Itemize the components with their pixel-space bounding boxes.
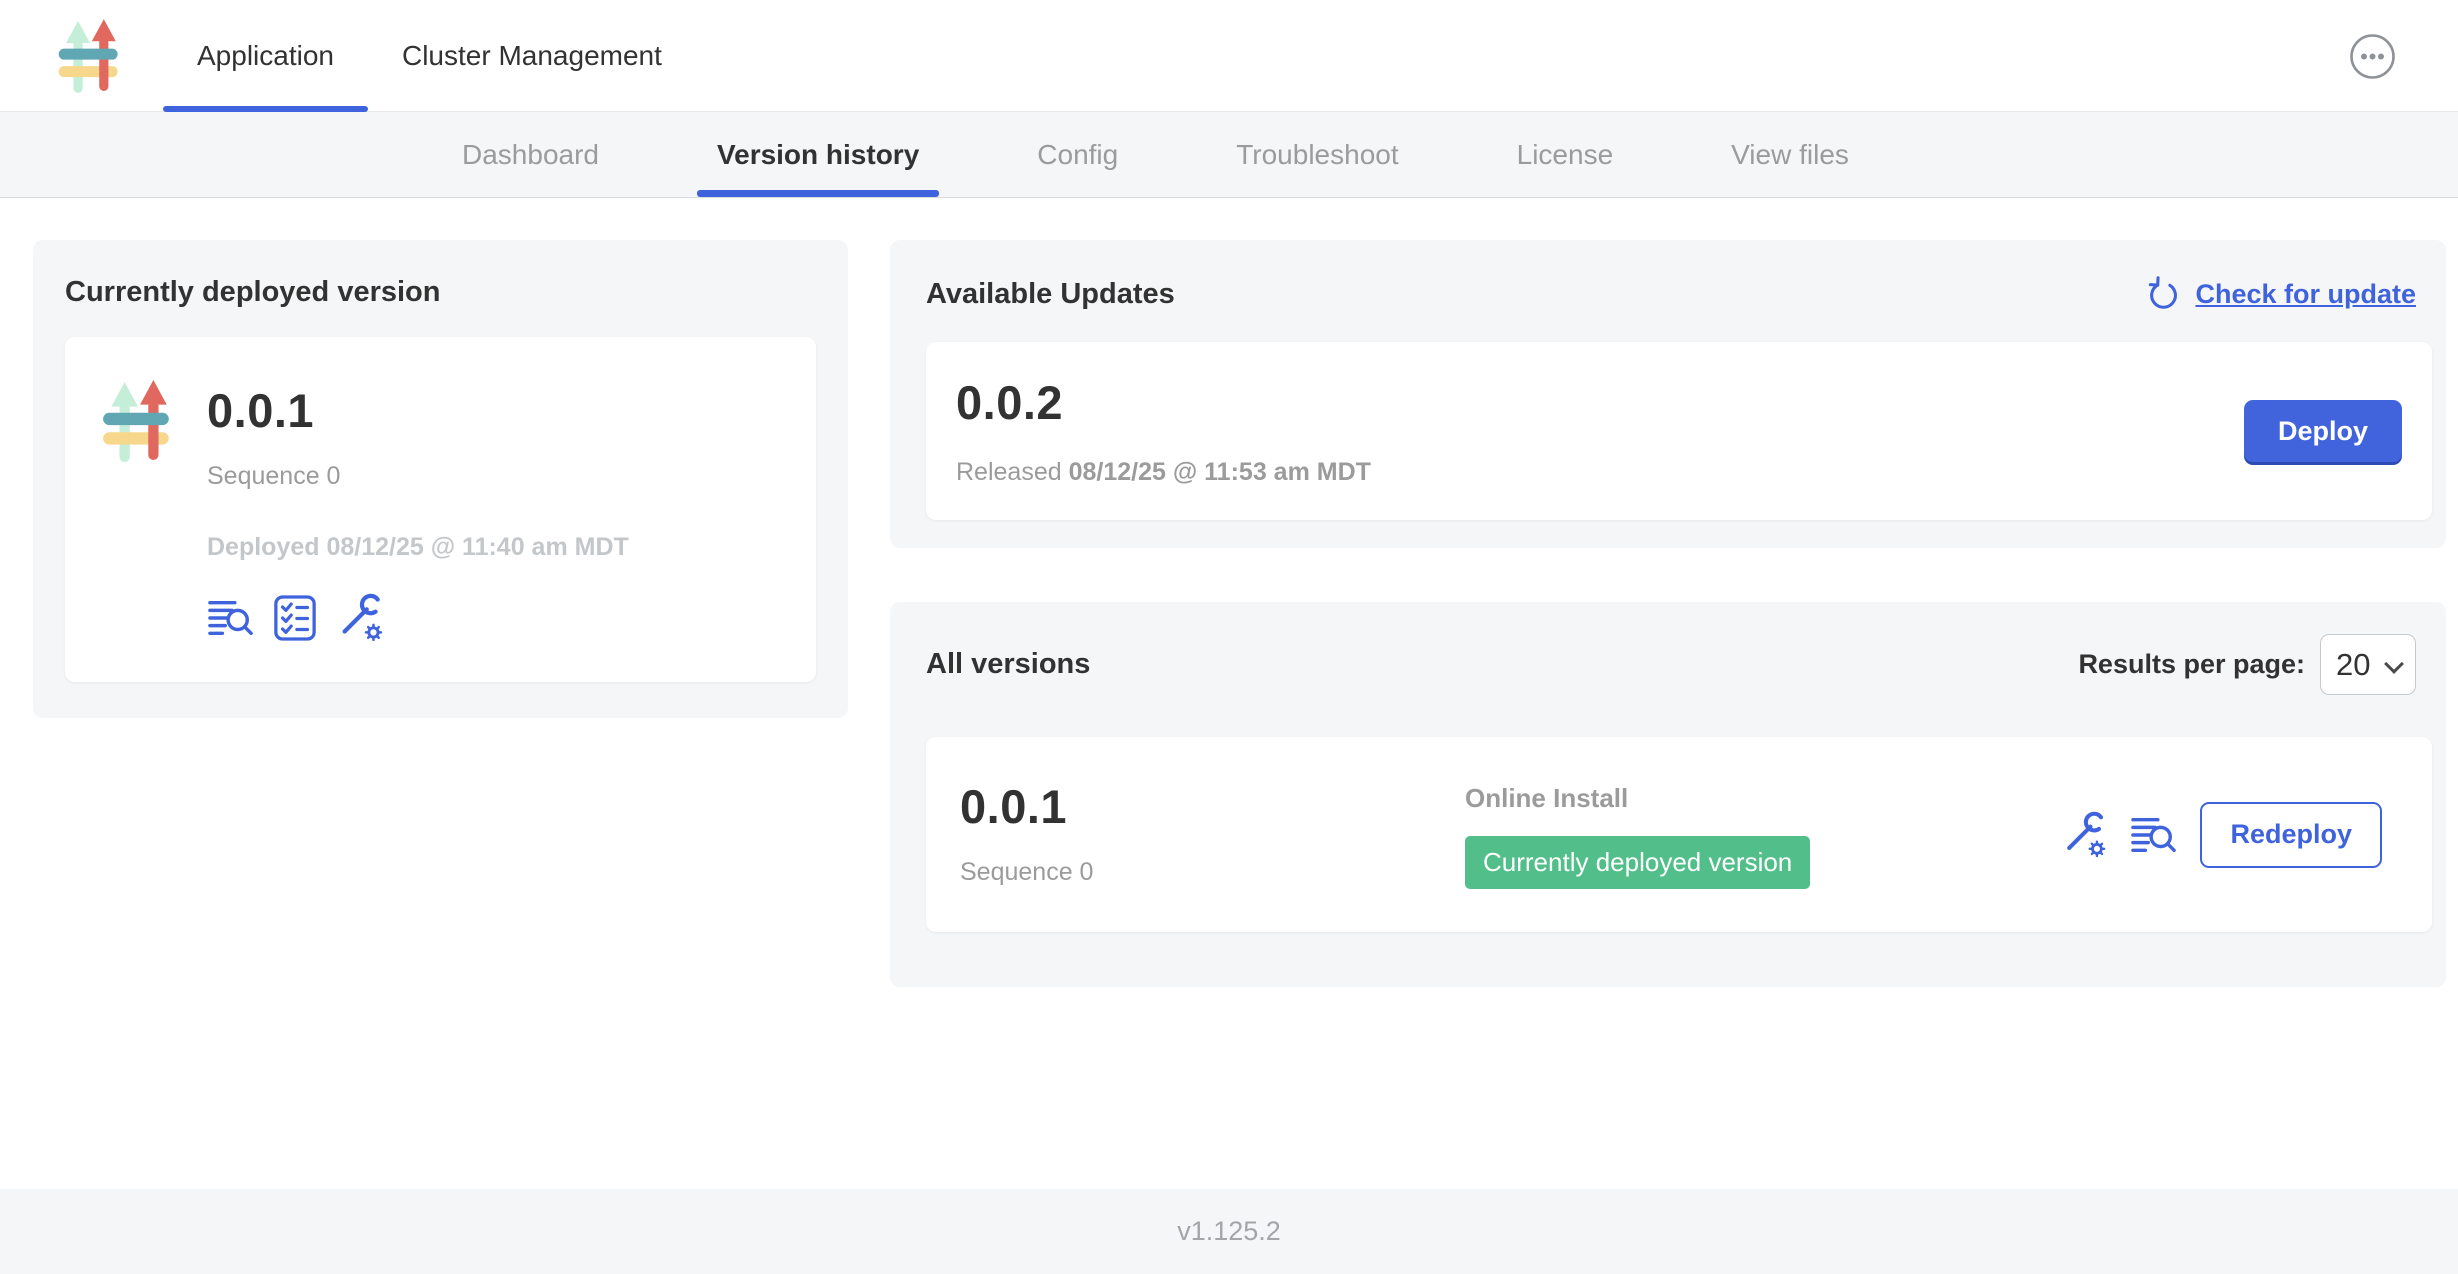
ellipsis-menu-icon	[2349, 33, 2396, 80]
subtab-dashboard[interactable]: Dashboard	[448, 112, 613, 197]
results-per-page-select-wrap: 20	[2320, 634, 2416, 695]
subtab-license[interactable]: License	[1503, 112, 1628, 197]
preflight-checks-icon[interactable]	[273, 594, 317, 642]
results-per-page-select[interactable]: 20	[2321, 635, 2415, 694]
current-version-info: 0.0.1 Sequence 0 Deployed 08/12/25 @ 11:…	[207, 367, 629, 644]
update-info: 0.0.2 Released 08/12/25 @ 11:53 am MDT	[956, 375, 1371, 487]
edit-config-icon[interactable]	[2060, 810, 2108, 860]
row-version-sequence: Sequence 0	[960, 858, 1465, 887]
check-for-update[interactable]: Check for update	[2146, 276, 2416, 312]
currently-deployed-title: Currently deployed version	[65, 276, 816, 309]
tab-application[interactable]: Application	[163, 0, 368, 112]
currently-deployed-card: 0.0.1 Sequence 0 Deployed 08/12/25 @ 11:…	[65, 337, 816, 682]
subtab-config[interactable]: Config	[1023, 112, 1132, 197]
released-date: 08/12/25 @ 11:53 am MDT	[1069, 458, 1371, 486]
app-footer: v1.125.2	[0, 1189, 2458, 1274]
current-version-deployed-timestamp: Deployed 08/12/25 @ 11:40 am MDT	[207, 533, 629, 562]
version-row: 0.0.1 Sequence 0 Online Install Currentl…	[926, 737, 2432, 932]
app-subnav: Dashboard Version history Config Trouble…	[0, 112, 2458, 198]
version-row-actions: Redeploy	[2060, 802, 2398, 868]
more-options-button[interactable]	[2349, 33, 2396, 80]
app-header: Application Cluster Management	[0, 0, 2458, 112]
current-version-sequence: Sequence 0	[207, 462, 629, 491]
subtab-view-files[interactable]: View files	[1717, 112, 1863, 197]
edit-config-icon[interactable]	[335, 592, 385, 644]
check-for-update-link[interactable]: Check for update	[2195, 279, 2416, 310]
subtab-troubleshoot[interactable]: Troubleshoot	[1222, 112, 1412, 197]
released-label: Released	[956, 458, 1069, 486]
update-released-timestamp: Released 08/12/25 @ 11:53 am MDT	[956, 458, 1371, 487]
app-logo-arrows-icon	[55, 13, 125, 99]
currently-deployed-panel: Currently deployed version 0.0	[33, 240, 848, 718]
available-updates-panel: Available Updates Check for update 0.0.2…	[890, 240, 2446, 548]
update-version-number: 0.0.2	[956, 375, 1371, 430]
all-versions-panel: All versions Results per page: 20 0.0.1 …	[890, 602, 2446, 987]
refresh-icon	[2146, 276, 2182, 312]
available-updates-title: Available Updates	[926, 278, 1175, 311]
app-logo-arrows-icon	[99, 373, 177, 469]
current-version-number: 0.0.1	[207, 383, 629, 438]
available-update-card: 0.0.2 Released 08/12/25 @ 11:53 am MDT D…	[926, 342, 2432, 520]
version-row-info: 0.0.1 Sequence 0	[960, 779, 1465, 887]
tab-cluster-management[interactable]: Cluster Management	[368, 0, 696, 112]
view-logs-icon[interactable]	[207, 596, 255, 640]
primary-nav: Application Cluster Management	[163, 0, 696, 112]
current-version-actions	[207, 592, 629, 644]
view-logs-icon[interactable]	[2130, 813, 2178, 857]
console-version: v1.125.2	[1177, 1216, 1281, 1247]
version-history-page: Currently deployed version 0.0	[0, 198, 2458, 1189]
all-versions-title: All versions	[926, 648, 1090, 681]
currently-deployed-badge: Currently deployed version	[1465, 836, 1810, 889]
version-row-status: Online Install Currently deployed versio…	[1465, 779, 2060, 889]
row-version-number: 0.0.1	[960, 779, 1465, 834]
deploy-button[interactable]: Deploy	[2244, 400, 2402, 462]
subtab-version-history[interactable]: Version history	[703, 112, 933, 197]
install-type-label: Online Install	[1465, 783, 2060, 814]
results-per-page-label: Results per page:	[2078, 649, 2305, 680]
redeploy-button[interactable]: Redeploy	[2200, 802, 2382, 868]
